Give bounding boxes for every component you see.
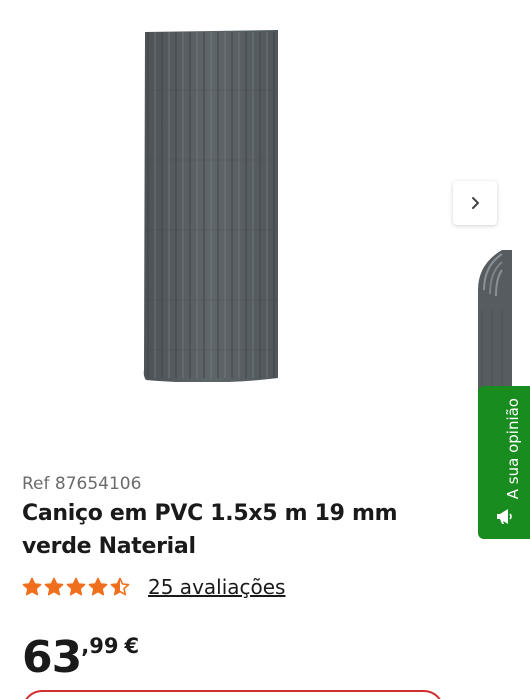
price-decimal: ,99: [81, 634, 119, 658]
chevron-right-icon: [472, 197, 479, 209]
feedback-tab-label: A sua opinião: [504, 398, 522, 500]
star-full-icon: [44, 577, 64, 596]
feedback-tab[interactable]: A sua opinião: [478, 386, 530, 539]
star-full-icon: [22, 577, 42, 596]
rating-stars: [22, 577, 130, 597]
product-reference: Ref 87654106: [22, 474, 142, 494]
next-product-image-preview: [478, 250, 512, 400]
gallery-next-button[interactable]: [453, 181, 497, 225]
star-full-icon: [66, 577, 86, 596]
product-price: 63 ,99 €: [22, 632, 139, 684]
price-currency: €: [124, 634, 140, 658]
star-half-icon: [110, 577, 130, 596]
product-image-gallery[interactable]: [0, 0, 530, 460]
product-image: [143, 30, 278, 382]
product-title: Caniço em PVC 1.5x5 m 19 mm verde Nateri…: [22, 501, 398, 559]
megaphone-icon: [497, 509, 512, 524]
reviews-link[interactable]: 25 avaliações: [148, 575, 285, 599]
star-full-icon: [88, 577, 108, 596]
product-rating[interactable]: 25 avaliações: [22, 575, 285, 599]
add-to-cart-button[interactable]: [22, 690, 444, 699]
price-integer: 63: [22, 632, 82, 683]
